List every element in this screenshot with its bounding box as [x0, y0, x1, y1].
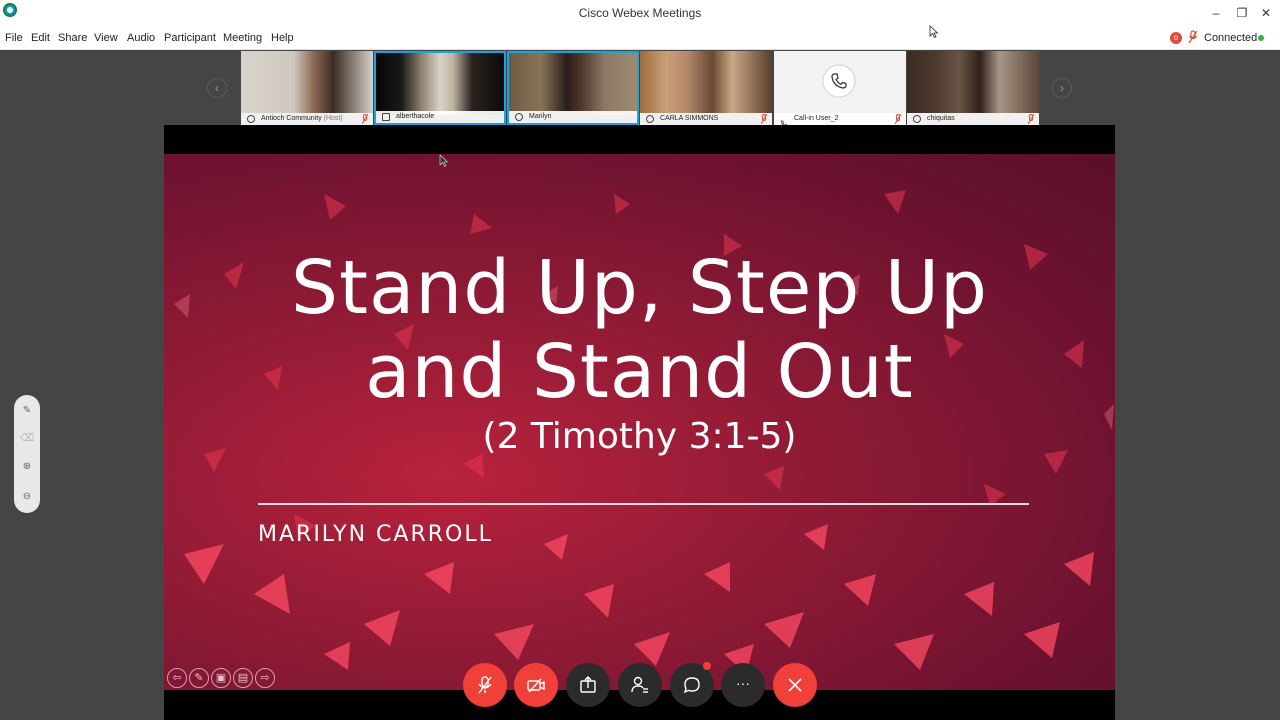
participant-name-label: Marilyn [509, 111, 637, 123]
next-slide-icon[interactable]: ⇨ [255, 668, 275, 688]
participant-video [907, 51, 1039, 113]
stop-video-button[interactable] [514, 663, 558, 707]
participant-name: CARLA SIMMONS [660, 115, 719, 122]
pen-icon[interactable]: ✎ [189, 668, 209, 688]
slide-title-line-2: and Stand Out [365, 329, 914, 415]
phone-icon [822, 64, 856, 98]
leave-meeting-button[interactable] [773, 663, 817, 707]
computer-audio-icon [913, 115, 921, 123]
muted-mic-icon [895, 114, 901, 124]
call-in-placeholder [774, 51, 906, 113]
menu-share[interactable]: Share [58, 32, 87, 44]
slides-overview-icon[interactable]: ▣ [211, 668, 231, 688]
participant-name-label: Antioch Community (Host) [241, 113, 373, 125]
participant-name-label: chiquitas [907, 113, 1039, 125]
computer-audio-icon [515, 113, 523, 121]
slide-subtitle: (2 Timothy 3:1-5) [482, 416, 797, 457]
menu-view[interactable]: View [94, 32, 118, 44]
participant-name: chiquitas [927, 115, 955, 122]
menu-audio[interactable]: Audio [127, 32, 155, 44]
title-bar: Cisco Webex Meetings – ❐ ✕ [0, 0, 1280, 26]
menu-file[interactable]: File [5, 32, 23, 44]
more-options-button[interactable]: ··· [721, 663, 765, 707]
participant-tile[interactable]: CARLA SIMMONS [640, 51, 772, 125]
computer-audio-icon [646, 115, 654, 123]
zoom-in-icon[interactable]: ⊕ [17, 457, 37, 477]
window-title: Cisco Webex Meetings [578, 6, 702, 20]
participant-tile[interactable]: Antioch Community (Host) [241, 51, 373, 125]
menu-edit[interactable]: Edit [31, 32, 50, 44]
muted-mic-icon [761, 114, 767, 124]
participants-button[interactable] [618, 663, 662, 707]
filmstrip-next-button[interactable]: › [1052, 78, 1072, 98]
slide-title: Stand Up, Step Up and Stand Out [164, 246, 1115, 414]
muted-mic-icon [1028, 114, 1034, 124]
more-icon: ··· [736, 675, 750, 691]
menu-meeting[interactable]: Meeting [223, 32, 262, 44]
participant-video [241, 51, 373, 113]
participant-name: Marilyn [529, 113, 552, 120]
chat-icon [683, 677, 700, 694]
menu-help[interactable]: Help [271, 32, 294, 44]
muted-mic-icon [478, 676, 492, 694]
menu-participant[interactable]: Participant [164, 32, 216, 44]
participant-video [376, 53, 504, 115]
shared-screen: Stand Up, Step Up and Stand Out (2 Timot… [164, 125, 1115, 720]
participants-icon [631, 676, 648, 693]
participant-name: alberthacole [396, 113, 435, 120]
participant-tile[interactable]: alberthacole [374, 51, 506, 125]
remote-cursor-icon [439, 154, 449, 167]
slideshow-nav: ⇦ ✎ ▣ ▤ ⇨ [167, 668, 275, 688]
slide-author: MARILYN CARROLL [258, 522, 493, 547]
presentation-slide: Stand Up, Step Up and Stand Out (2 Timot… [164, 154, 1115, 690]
close-window-button[interactable]: ✕ [1256, 4, 1276, 22]
slide-menu-icon[interactable]: ▤ [233, 668, 253, 688]
host-tag: (Host) [323, 115, 343, 122]
participant-name-label: alberthacole [376, 111, 504, 123]
filmstrip-prev-button[interactable]: ‹ [207, 78, 227, 98]
participant-video [509, 53, 637, 115]
share-icon [580, 676, 596, 693]
participant-tile[interactable]: Marilyn [507, 51, 639, 125]
video-off-icon [527, 678, 545, 693]
chat-notification-dot [703, 662, 711, 670]
minimize-button[interactable]: – [1206, 4, 1226, 22]
muted-mic-icon [362, 114, 368, 124]
eraser-icon[interactable]: ⌫ [17, 429, 37, 449]
slide-divider [258, 503, 1029, 505]
phone-audio-icon [780, 115, 788, 125]
participant-video [640, 51, 772, 113]
participant-name: Call-in User_2 [794, 115, 839, 122]
muted-mic-icon[interactable] [1188, 30, 1198, 44]
connection-status: Connected [1204, 32, 1258, 44]
slide-title-line-1: Stand Up, Step Up [290, 245, 989, 331]
annotate-icon[interactable]: ✎ [17, 401, 37, 421]
phone-device-icon [382, 113, 390, 121]
participant-name: Antioch Community [261, 115, 322, 122]
previous-slide-icon[interactable]: ⇦ [167, 668, 187, 688]
connection-status-dot [1258, 35, 1264, 41]
menu-bar: File Edit Share View Audio Participant M… [0, 26, 1280, 50]
zoom-out-icon[interactable]: ⊖ [17, 487, 37, 507]
participant-tile[interactable]: chiquitas [907, 51, 1039, 125]
annotation-toolbar: ✎ ⌫ ⊕ ⊖ [14, 395, 40, 513]
recording-indicator-icon[interactable]: o [1170, 32, 1182, 44]
participant-name-label: Call-in User_2 [774, 113, 906, 125]
share-button[interactable] [566, 663, 610, 707]
close-icon [788, 678, 802, 692]
restore-button[interactable]: ❐ [1232, 4, 1252, 22]
mouse-cursor-icon [929, 25, 939, 39]
participant-tile[interactable]: Call-in User_2 [774, 51, 906, 125]
mute-button[interactable] [463, 663, 507, 707]
computer-audio-icon [247, 115, 255, 123]
participant-name-label: CARLA SIMMONS [640, 113, 772, 125]
